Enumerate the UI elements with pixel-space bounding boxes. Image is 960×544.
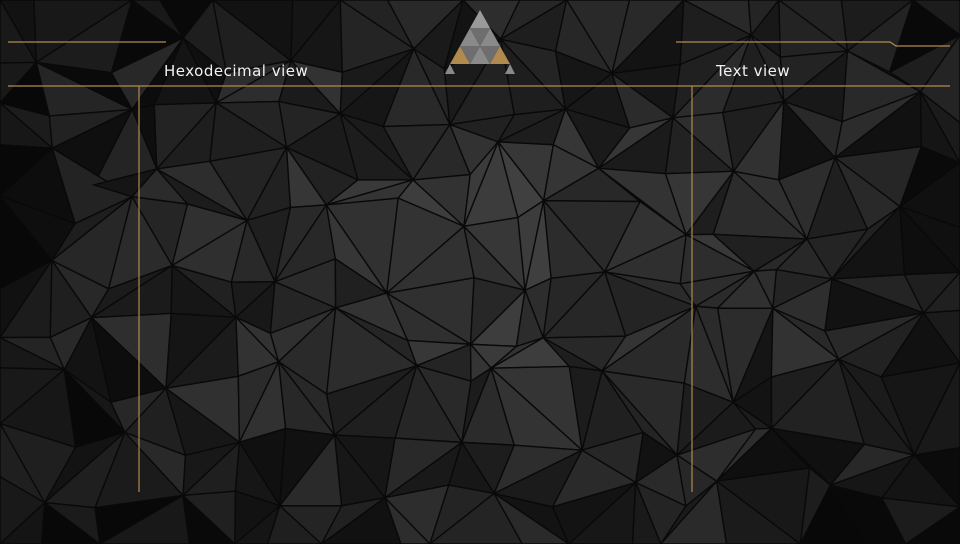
triforce-logo-icon — [445, 10, 515, 74]
logo-base-left — [445, 64, 455, 74]
hex-view-pane[interactable] — [140, 90, 690, 490]
text-view-pane[interactable] — [694, 90, 950, 490]
hex-viewer-screen: Hexodecimal view Text view — [0, 0, 960, 544]
text-view-title: Text view — [716, 62, 791, 80]
logo-base-right — [505, 64, 515, 74]
logo-top-triangle — [470, 10, 490, 28]
hex-view-title: Hexodecimal view — [164, 62, 309, 80]
